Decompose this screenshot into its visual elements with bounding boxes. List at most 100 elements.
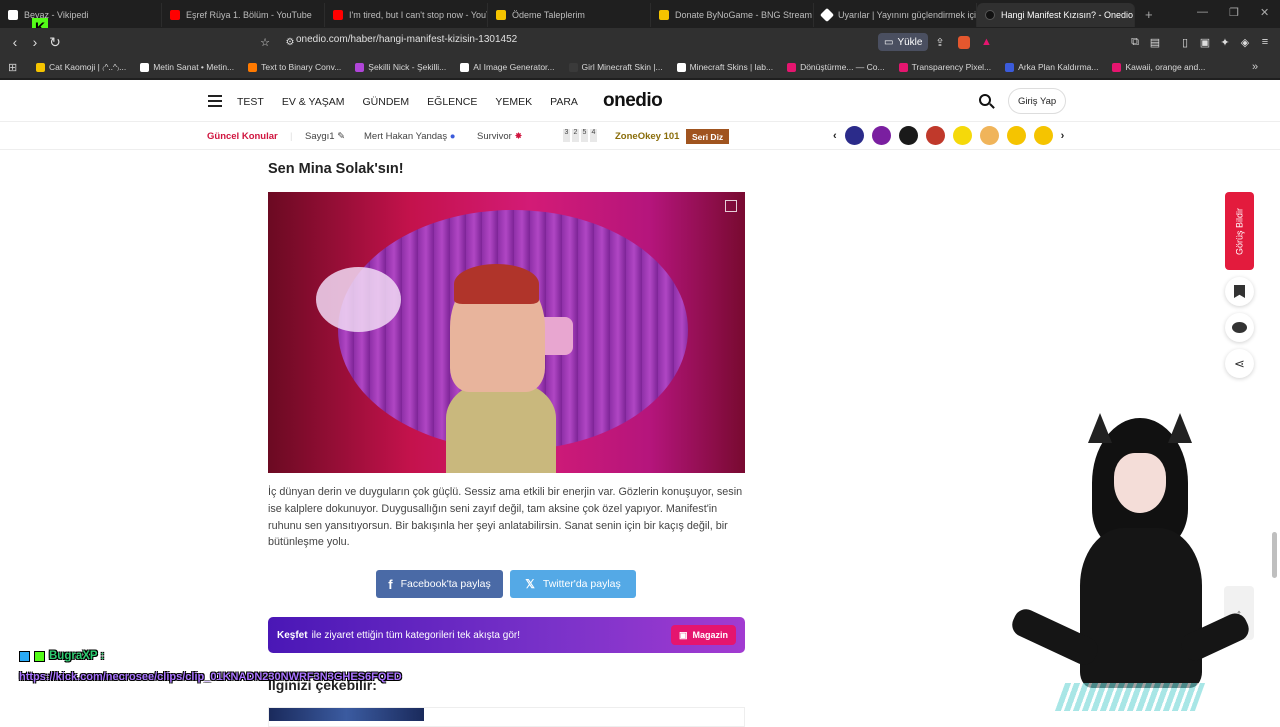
brave-shield-icon[interactable] xyxy=(958,36,970,49)
expand-icon[interactable] xyxy=(725,200,737,212)
bookmark-item[interactable]: Minecraft Skins | lab... xyxy=(676,62,773,72)
reaction-icon[interactable] xyxy=(844,126,864,145)
share-nodes-icon: ⋖ xyxy=(1234,355,1245,371)
feedback-button[interactable]: Görüş Bildir xyxy=(1225,192,1254,270)
chevron-right-icon[interactable]: › xyxy=(1061,130,1065,142)
reaction-icon[interactable] xyxy=(952,126,972,145)
bookmark-button[interactable] xyxy=(1225,277,1254,306)
menu-icon[interactable]: ≡ xyxy=(1255,36,1275,48)
topic-link-mert[interactable]: Mert Hakan Yandaş ● xyxy=(364,131,455,142)
tab-payments[interactable]: Ödeme Taleplerim xyxy=(488,3,651,27)
magazine-button[interactable]: ▣ Magazin xyxy=(670,625,736,645)
twitter-share-button[interactable]: 𝕏 Twitter'da paylaş xyxy=(510,570,636,598)
site-logo[interactable]: onedio xyxy=(603,90,663,112)
bookmark-item[interactable]: AI Image Generator... xyxy=(460,62,555,72)
bookmark-item[interactable]: Text to Binary Conv... xyxy=(248,62,341,72)
bookmark-item[interactable]: Metin Sanat • Metin... xyxy=(140,62,234,72)
page-scrollbar[interactable] xyxy=(1272,532,1277,578)
login-button[interactable]: Giriş Yap xyxy=(1008,88,1067,114)
tab-wikipedia[interactable]: Beyaz - Vikipedi xyxy=(0,3,162,27)
nav-item-food[interactable]: YEMEK xyxy=(495,96,532,108)
chevron-left-icon[interactable]: ‹ xyxy=(833,130,837,142)
tab-bar: Beyaz - Vikipedi Eşref Rüya 1. Bölüm - Y… xyxy=(0,0,1280,28)
tab-youtube-2[interactable]: I'm tired, but I can't stop now - YouT xyxy=(325,3,488,27)
bookmark-item[interactable]: Şekilli Nick - Şekilli... xyxy=(355,62,446,72)
cat-ear-left-icon xyxy=(1088,413,1112,443)
heart-eyes-icon[interactable] xyxy=(1006,126,1026,145)
comments-button[interactable] xyxy=(1225,313,1254,342)
bookmark-item[interactable]: Arka Plan Kaldırma... xyxy=(1005,62,1098,72)
facebook-share-button[interactable]: f Facebook'ta paylaş xyxy=(376,570,503,598)
nav-item-home-life[interactable]: EV & YAŞAM xyxy=(282,96,345,108)
bookmark-item[interactable]: Kawaii, orange and... xyxy=(1112,62,1205,72)
topic-label: Mert Hakan Yandaş xyxy=(364,131,448,142)
close-tab-icon[interactable]: ✕ xyxy=(1133,9,1134,22)
tab-title: I'm tired, but I can't stop now - YouT xyxy=(349,10,488,20)
forward-icon[interactable]: › xyxy=(25,34,45,50)
sidebar-icon[interactable]: ▯ xyxy=(1175,36,1195,49)
diamond-icon xyxy=(819,7,835,23)
bookmark-label: Arka Plan Kaldırma... xyxy=(1018,62,1099,72)
vtuber-avatar xyxy=(940,408,1260,720)
screen-icon: ▭ xyxy=(884,36,894,48)
bookmark-icon xyxy=(676,62,686,72)
share-button[interactable]: ⋖ xyxy=(1225,349,1254,378)
result-image xyxy=(268,192,745,473)
bookmark-item[interactable]: Girl Minecraft Skin |... xyxy=(568,62,663,72)
reaction-icon[interactable] xyxy=(898,126,918,145)
new-tab-button[interactable]: + xyxy=(1145,7,1153,22)
zoneokey-tiles[interactable]: 3 2 5 4 xyxy=(563,129,597,142)
close-window-icon[interactable]: ✕ xyxy=(1260,6,1269,19)
tab-donate[interactable]: Donate ByNoGame - BNG Stream De xyxy=(651,3,814,27)
banner-text: ile ziyaret ettiğin tüm kategorileri tek… xyxy=(311,629,521,641)
ai-icon[interactable]: ✦ xyxy=(1215,36,1235,49)
tab-youtube-1[interactable]: Eşref Rüya 1. Bölüm - YouTube xyxy=(162,3,325,27)
rewards-icon[interactable]: ▲ xyxy=(981,36,992,48)
bookmark-label: Metin Sanat • Metin... xyxy=(153,62,235,72)
reaction-icon[interactable] xyxy=(925,126,945,145)
tab-title: Uyarılar | Yayınını güçlendirmek için xyxy=(838,10,977,20)
bookmark-star-icon[interactable]: ☆ xyxy=(255,36,275,49)
bookmark-item[interactable]: Transparency Pixel... xyxy=(898,62,991,72)
nav-item-fun[interactable]: EĞLENCE xyxy=(427,96,477,108)
bookmarks-overflow-icon[interactable]: » xyxy=(1252,61,1258,73)
wallet-icon[interactable]: ▣ xyxy=(1195,36,1215,49)
football-icon: ● xyxy=(449,131,456,142)
reaction-icon[interactable] xyxy=(979,126,999,145)
cat-ear-right-icon xyxy=(1168,413,1192,443)
tab-alerts[interactable]: Uyarılar | Yayınını güçlendirmek için xyxy=(814,3,977,27)
url-bar[interactable]: onedio.com/haber/hangi-manifest-kizisin-… xyxy=(296,34,517,45)
magazine-label: Magazin xyxy=(692,630,728,640)
back-icon[interactable]: ‹ xyxy=(5,34,25,50)
extensions-icon[interactable]: ⧉ xyxy=(1125,36,1145,49)
topic-label: Survivor xyxy=(477,131,512,142)
bookmark-item[interactable]: Cat Kaomoji | ₍^..^₎... xyxy=(36,62,126,73)
nav-item-money[interactable]: PARA xyxy=(550,96,578,108)
bookmark-icon xyxy=(460,62,470,72)
search-icon[interactable] xyxy=(979,94,991,106)
reload-icon[interactable]: ↻ xyxy=(45,34,65,51)
load-button[interactable]: ▭ Yükle xyxy=(878,33,929,51)
minimize-icon[interactable]: — xyxy=(1197,6,1208,18)
nav-item-agenda[interactable]: GÜNDEM xyxy=(362,96,409,108)
seri-diz-button[interactable]: Seri Diz xyxy=(686,129,730,144)
hamburger-menu-icon[interactable] xyxy=(208,95,222,107)
emoji-reactions: ‹ › xyxy=(833,126,1064,145)
crying-face-icon[interactable] xyxy=(1033,126,1053,145)
apps-grid-icon[interactable]: ⊞ xyxy=(8,61,17,74)
browser-chrome: Beyaz - Vikipedi Eşref Rüya 1. Bölüm - Y… xyxy=(0,0,1280,80)
tab-onedio-active[interactable]: Hangi Manifest Kızısın? - Onedio ✕ xyxy=(977,3,1135,27)
bookmark-item[interactable]: Dönüştürme... — Co... xyxy=(787,62,885,72)
reader-icon[interactable]: ▤ xyxy=(1145,36,1165,49)
nav-item-test[interactable]: TEST xyxy=(237,96,264,108)
topic-link-saygi[interactable]: Saygı1 ✎ xyxy=(305,131,345,142)
zoneokey-label[interactable]: ZoneOkey 101 xyxy=(615,131,679,142)
maximize-icon[interactable]: ❐ xyxy=(1229,6,1239,19)
discover-banner[interactable]: Keşfet ile ziyaret ettiğin tüm kategoril… xyxy=(268,617,745,653)
topic-link-survivor[interactable]: Survivor ✸ xyxy=(477,131,522,142)
vpn-icon[interactable]: ◈ xyxy=(1235,36,1255,49)
share-icon[interactable]: ⇪ xyxy=(930,36,950,49)
related-card[interactable] xyxy=(268,707,745,727)
reaction-icon[interactable] xyxy=(871,126,891,145)
bookmark-icon xyxy=(36,62,45,72)
